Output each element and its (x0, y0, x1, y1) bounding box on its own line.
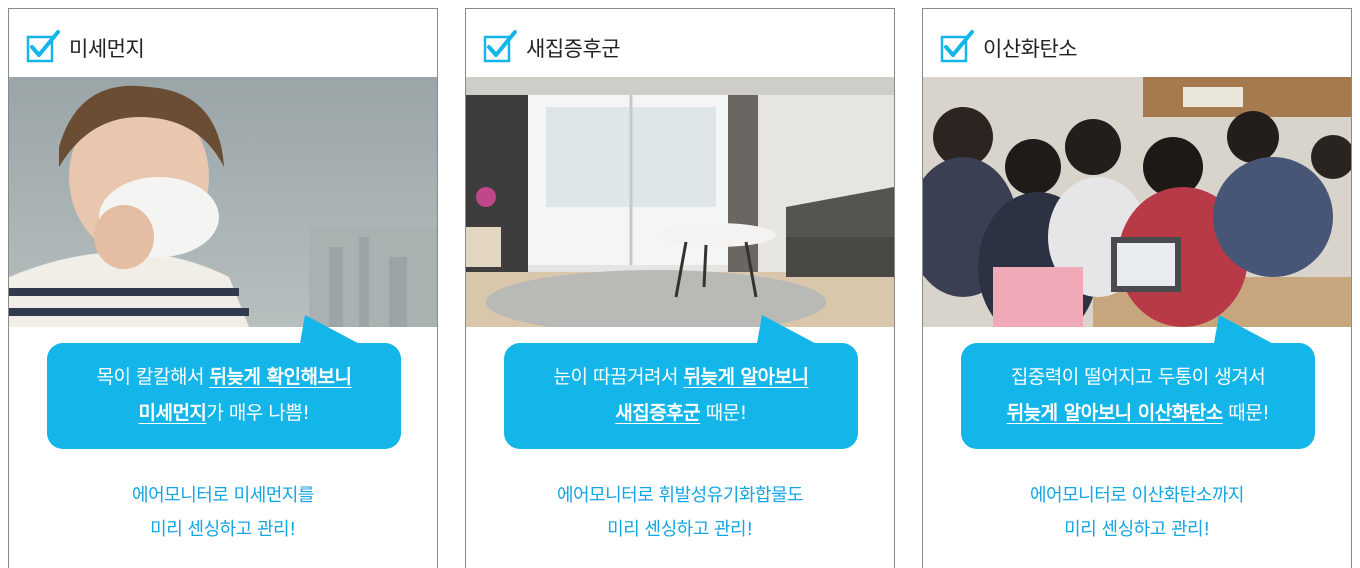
card-fine-dust: 미세먼지 목이 칼칼해서 뒤늦게 확인해보니 미세먼지가 매우 나쁨! 에어모니… (8, 8, 438, 568)
card-note: 에어모니터로 미세먼지를 미리 센싱하고 관리! (132, 485, 314, 540)
bubble-line-1: 눈이 따끔거려서 뒤늦게 알아보니 (553, 366, 809, 388)
speech-bubble: 눈이 따끔거려서 뒤늦게 알아보니 새집증후군 때문! (504, 343, 858, 449)
photo-living-room (466, 77, 894, 327)
card-header: 미세먼지 (9, 9, 437, 77)
bubble-line-2: 미세먼지가 매우 나쁨! (138, 402, 310, 424)
card-note: 에어모니터로 휘발성유기화합물도 미리 센싱하고 관리! (556, 485, 804, 540)
bubble-line-1: 목이 칼칼해서 뒤늦게 확인해보니 (96, 366, 352, 388)
bubble-line-1: 집중력이 떨어지고 두통이 생겨서 (1010, 366, 1266, 388)
checkbox-checked-icon (940, 30, 974, 63)
speech-bubble: 목이 칼칼해서 뒤늦게 확인해보니 미세먼지가 매우 나쁨! (47, 343, 401, 449)
card-co2: 이산화탄소 집중력이 떨어지고 두통이 생겨서 뒤늦게 알아보니 이산화탄소 때… (922, 8, 1352, 568)
photo-classroom (923, 77, 1351, 327)
card-note: 에어모니터로 이산화탄소까지 미리 센싱하고 관리! (1029, 485, 1245, 540)
card-sick-house: 새집증후군 눈이 따끔거려서 뒤늦게 알아보니 새집증후군 때문! 에어모니터로… (465, 8, 895, 568)
checkbox-checked-icon (483, 30, 517, 63)
speech-bubble: 집중력이 떨어지고 두통이 생겨서 뒤늦게 알아보니 이산화탄소 때문! (961, 343, 1315, 449)
card-title: 새집증후군 (526, 37, 621, 61)
card-title: 이산화탄소 (983, 37, 1078, 61)
bubble-line-2: 새집증후군 때문! (615, 402, 747, 424)
card-header: 이산화탄소 (923, 9, 1351, 77)
checkbox-checked-icon (26, 30, 60, 63)
card-header: 새집증후군 (466, 9, 894, 77)
card-title: 미세먼지 (69, 37, 145, 61)
photo-child-mask (9, 77, 437, 327)
bubble-line-2: 뒤늦게 알아보니 이산화탄소 때문! (1006, 402, 1270, 424)
